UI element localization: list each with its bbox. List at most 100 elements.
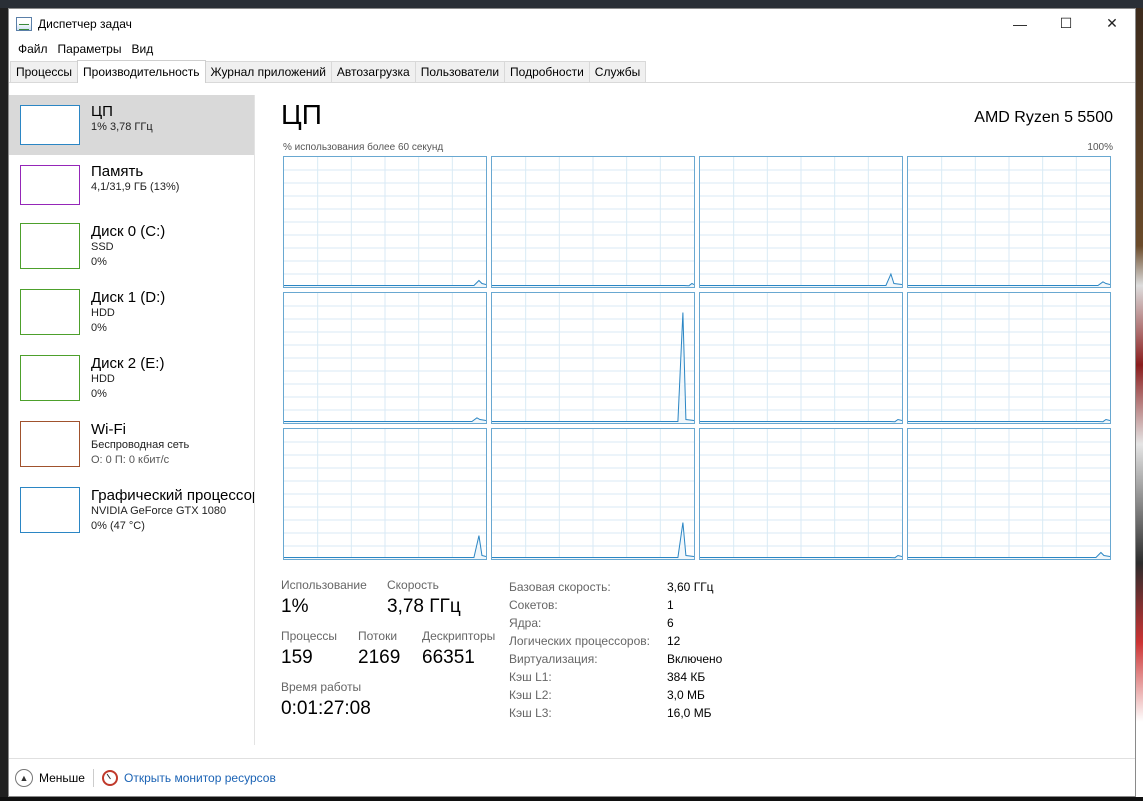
- chevron-up-icon: ▲: [15, 768, 33, 787]
- stat-value: 159: [281, 647, 313, 668]
- sidebar-item-usage: О: 0 П: 0 кбит/с: [91, 454, 170, 466]
- menu-bar: Файл Параметры Вид: [9, 38, 1135, 60]
- core-graph-5: [491, 292, 695, 424]
- cpu-thumbnail: [20, 105, 80, 145]
- detail-value: Включено: [667, 652, 723, 666]
- core-graph-svg: [700, 293, 902, 423]
- performance-content: ЦП 1% 3,78 ГГц Память 4,1/31,9 ГБ (13%) …: [9, 83, 1137, 759]
- detail-value: 3,0 МБ: [667, 688, 705, 702]
- resource-monitor-icon: [101, 769, 118, 786]
- graph-axis-max: 100%: [1087, 142, 1113, 153]
- cpu-model: AMD Ryzen 5 5500: [974, 109, 1113, 126]
- core-graph-svg: [908, 293, 1110, 423]
- tab-details[interactable]: Подробности: [504, 61, 590, 82]
- tab-services[interactable]: Службы: [588, 61, 647, 82]
- tab-app-history[interactable]: Журнал приложений: [204, 61, 332, 82]
- close-button[interactable]: ✕: [1089, 9, 1135, 38]
- core-graph-11: [907, 428, 1111, 560]
- resource-monitor-label: Открыть монитор ресурсов: [123, 770, 276, 785]
- stat-label: Скорость: [387, 578, 439, 592]
- core-graph-6: [699, 292, 903, 424]
- detail-key: Виртуализация:: [509, 652, 598, 666]
- sidebar-item-wifi[interactable]: Wi-Fi Беспроводная сеть О: 0 П: 0 кбит/с: [9, 413, 254, 479]
- stat-usage: Использование 1%: [281, 578, 367, 618]
- stat-speed: Скорость 3,78 ГГц: [387, 578, 461, 618]
- desktop-left: [0, 8, 8, 801]
- sidebar-item-disk2[interactable]: Диск 2 (E:) HDD 0%: [9, 347, 254, 413]
- stat-value: 3,78 ГГц: [387, 596, 461, 617]
- sidebar-item-gpu[interactable]: Графический процессор 0 NVIDIA GeForce G…: [9, 479, 254, 545]
- core-graph-svg: [284, 429, 486, 559]
- core-graph-0: [283, 156, 487, 288]
- sidebar-item-detail: 1% 3,78 ГГц: [91, 121, 153, 133]
- tab-startup[interactable]: Автозагрузка: [330, 61, 416, 82]
- panel-title: ЦП: [281, 99, 322, 130]
- core-graph-svg: [284, 157, 486, 287]
- menu-view[interactable]: Вид: [126, 42, 158, 56]
- sidebar-item-name: ЦП: [91, 103, 113, 120]
- stat-label: Время работы: [281, 680, 362, 694]
- title-bar[interactable]: Диспетчер задач — ☐ ✕: [9, 9, 1135, 38]
- core-graph-1: [491, 156, 695, 288]
- task-manager-window: Диспетчер задач — ☐ ✕ Файл Параметры Вид…: [8, 8, 1136, 797]
- sidebar-item-detail: SSD: [91, 241, 114, 253]
- minimize-button[interactable]: —: [997, 9, 1043, 38]
- detail-key: Кэш L3:: [509, 706, 552, 720]
- fewer-details-label: Меньше: [39, 770, 85, 785]
- core-graph-3: [907, 156, 1111, 288]
- detail-key: Кэш L1:: [509, 670, 552, 684]
- detail-row: Сокетов: 1: [509, 596, 722, 614]
- resource-sidebar: ЦП 1% 3,78 ГГц Память 4,1/31,9 ГБ (13%) …: [9, 95, 255, 745]
- sidebar-item-cpu[interactable]: ЦП 1% 3,78 ГГц: [9, 95, 254, 155]
- stat-threads: Потоки 2169: [358, 629, 400, 669]
- stat-value: 66351: [422, 647, 475, 668]
- sidebar-item-disk1[interactable]: Диск 1 (D:) HDD 0%: [9, 281, 254, 347]
- detail-row: Логических процессоров: 12: [509, 632, 722, 650]
- graph-axis-label: % использования более 60 секунд: [283, 142, 444, 153]
- stat-uptime: Время работы 0:01:27:08: [281, 680, 371, 720]
- detail-value: 1: [667, 598, 674, 612]
- gpu-thumbnail: [20, 487, 80, 533]
- sidebar-item-detail: 4,1/31,9 ГБ (13%): [91, 181, 180, 193]
- fewer-details-button[interactable]: ▲ Меньше: [15, 768, 85, 787]
- sidebar-item-detail: HDD: [91, 307, 115, 319]
- maximize-button[interactable]: ☐: [1043, 9, 1089, 38]
- detail-value: 6: [667, 616, 674, 630]
- detail-row: Кэш L1: 384 КБ: [509, 668, 722, 686]
- footer-divider: [92, 768, 94, 787]
- stat-label: Процессы: [281, 629, 338, 643]
- stat-value: 1%: [281, 596, 309, 617]
- wifi-thumbnail: [20, 421, 80, 467]
- sidebar-item-usage: 0% (47 °C): [91, 520, 145, 532]
- core-graph-2: [699, 156, 903, 288]
- desktop-right: [1136, 8, 1143, 801]
- stat-handles: Дескрипторы 66351: [422, 629, 495, 669]
- core-graph-svg: [492, 293, 694, 423]
- sidebar-item-name: Диск 1 (D:): [91, 289, 166, 306]
- core-graph-svg: [908, 157, 1110, 287]
- core-graphs[interactable]: [283, 156, 1111, 560]
- detail-value: 384 КБ: [667, 670, 706, 684]
- detail-row: Базовая скорость: 3,60 ГГц: [509, 578, 722, 596]
- detail-value: 12: [667, 634, 681, 648]
- tab-performance[interactable]: Производительность: [77, 60, 206, 83]
- detail-value: 16,0 МБ: [667, 706, 712, 720]
- open-resource-monitor-link[interactable]: Открыть монитор ресурсов: [101, 769, 276, 786]
- detail-row: Виртуализация: Включено: [509, 650, 722, 668]
- stat-label: Использование: [281, 578, 367, 592]
- menu-options[interactable]: Параметры: [53, 42, 127, 56]
- sidebar-item-name: Память: [91, 163, 144, 180]
- sidebar-item-disk0[interactable]: Диск 0 (C:) SSD 0%: [9, 215, 254, 281]
- sidebar-item-name: Диск 2 (E:): [91, 355, 165, 372]
- sidebar-item-usage: 0%: [91, 388, 107, 400]
- task-manager-icon: [16, 16, 32, 31]
- detail-key: Ядра:: [509, 616, 542, 630]
- sidebar-item-memory[interactable]: Память 4,1/31,9 ГБ (13%): [9, 155, 254, 215]
- tab-users[interactable]: Пользователи: [414, 61, 506, 82]
- desktop-bottom: [0, 797, 1143, 801]
- detail-value: 3,60 ГГц: [667, 580, 714, 594]
- sidebar-item-detail: Беспроводная сеть: [91, 439, 190, 451]
- tab-processes[interactable]: Процессы: [10, 61, 79, 82]
- core-graph-svg: [492, 157, 694, 287]
- menu-file[interactable]: Файл: [13, 42, 53, 56]
